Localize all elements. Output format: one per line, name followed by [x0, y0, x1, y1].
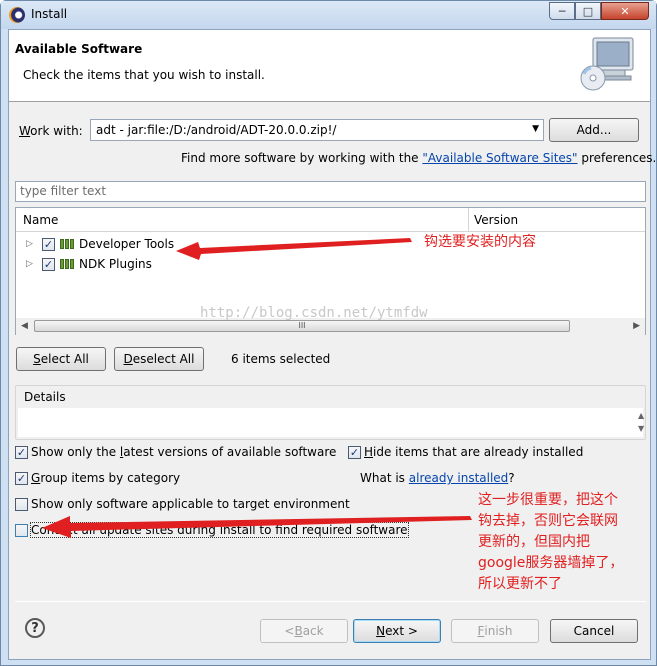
annotation-select-content: 钩选要安装的内容: [424, 234, 536, 250]
annotation-uncheck-note: 这一步很重要，把这个 钩去掉，否则它会联网 更新的，但国内把 google服务器…: [478, 492, 624, 592]
arrow-to-contact-icon: [42, 516, 472, 538]
arrow-to-tree-icon: [176, 238, 412, 260]
